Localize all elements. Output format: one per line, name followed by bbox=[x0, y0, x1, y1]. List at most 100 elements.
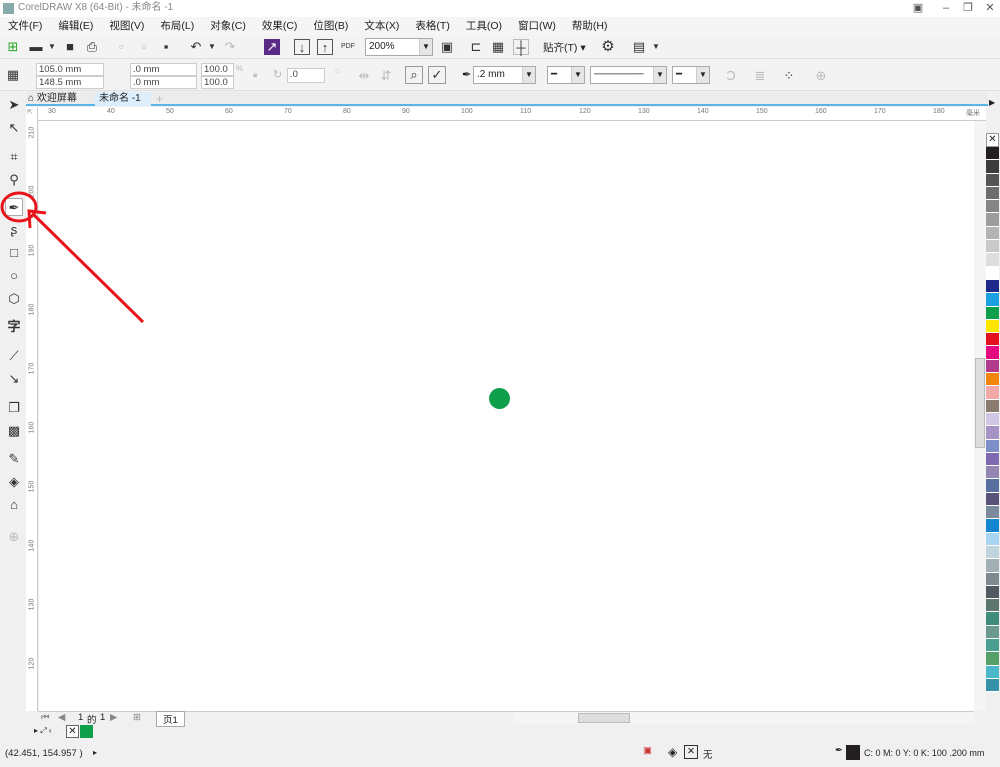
fill-none-icon[interactable]: ✕ bbox=[684, 745, 698, 759]
color-swatch[interactable] bbox=[986, 519, 999, 533]
color-swatch[interactable] bbox=[986, 452, 999, 467]
color-swatch[interactable] bbox=[986, 599, 999, 613]
menu-effects[interactable]: 效果(C) bbox=[254, 17, 306, 35]
connector-tool-icon[interactable]: ↘ bbox=[5, 370, 23, 388]
color-swatch[interactable] bbox=[986, 346, 999, 360]
close-curve-icon[interactable]: Ɔ bbox=[723, 68, 739, 84]
wrap-text-icon[interactable]: ≣ bbox=[752, 68, 768, 84]
node-tracking-icon[interactable]: ⌕ bbox=[405, 66, 423, 84]
color-swatch[interactable] bbox=[986, 506, 999, 520]
color-swatch[interactable] bbox=[986, 652, 999, 666]
color-swatch[interactable] bbox=[986, 266, 999, 280]
status-expand-icon[interactable]: ▸ bbox=[93, 748, 97, 757]
color-swatch[interactable] bbox=[986, 160, 999, 174]
color-swatch[interactable] bbox=[986, 412, 999, 427]
menu-object[interactable]: 对象(C) bbox=[202, 17, 254, 35]
launcher-dropdown-icon[interactable]: ▼ bbox=[648, 39, 664, 55]
mirror-horizontal-icon[interactable]: ⇹ bbox=[356, 68, 372, 84]
color-swatch[interactable] bbox=[986, 545, 999, 560]
menu-text[interactable]: 文本(X) bbox=[356, 17, 407, 35]
color-swatch[interactable] bbox=[986, 585, 999, 600]
show-rulers-icon[interactable]: ⊏ bbox=[468, 39, 484, 55]
mirror-vertical-icon[interactable]: ⇵ bbox=[378, 68, 394, 84]
color-swatch[interactable] bbox=[986, 186, 999, 201]
green-circle[interactable] bbox=[489, 388, 510, 409]
lock-ratio-icon[interactable]: 🔒︎ bbox=[253, 70, 257, 80]
color-swatch[interactable] bbox=[986, 293, 999, 307]
vertical-scrollbar[interactable] bbox=[974, 121, 986, 711]
horizontal-scrollbar[interactable] bbox=[513, 712, 975, 724]
color-swatch[interactable] bbox=[986, 625, 999, 639]
color-swatch[interactable] bbox=[986, 492, 999, 507]
document-color-swatch[interactable] bbox=[80, 725, 93, 738]
undo-dropdown-icon[interactable]: ▼ bbox=[204, 39, 220, 55]
color-swatch[interactable] bbox=[986, 333, 999, 347]
docker-expand-icon[interactable]: ▶ bbox=[989, 98, 995, 107]
color-swatch[interactable] bbox=[986, 279, 999, 294]
prev-page-icon[interactable]: ◀ bbox=[58, 712, 65, 723]
color-swatch[interactable] bbox=[986, 479, 999, 493]
next-page-icon[interactable]: ▶ bbox=[110, 712, 117, 723]
menu-table[interactable]: 表格(T) bbox=[407, 17, 457, 35]
color-swatch[interactable] bbox=[986, 213, 999, 227]
drop-shadow-icon[interactable]: ❐ bbox=[5, 399, 23, 417]
color-swatch[interactable] bbox=[986, 226, 999, 241]
menu-tools[interactable]: 工具(O) bbox=[458, 17, 510, 35]
user-icon[interactable]: ▣ bbox=[908, 0, 928, 16]
color-swatch[interactable] bbox=[986, 426, 999, 440]
color-swatch[interactable] bbox=[986, 532, 999, 546]
color-swatch[interactable] bbox=[986, 439, 999, 453]
line-style-select[interactable]: ─────── ▼ bbox=[590, 66, 667, 84]
color-swatch[interactable] bbox=[986, 665, 999, 679]
color-swatch[interactable] bbox=[986, 173, 999, 187]
color-swatch[interactable] bbox=[986, 399, 999, 413]
menu-bitmaps[interactable]: 位图(B) bbox=[305, 17, 356, 35]
color-swatch[interactable] bbox=[986, 253, 999, 267]
export-icon[interactable]: ↑ bbox=[317, 39, 333, 55]
close-button[interactable]: ✕ bbox=[980, 0, 1000, 16]
color-swatch[interactable] bbox=[986, 319, 999, 334]
color-swatch[interactable] bbox=[986, 559, 999, 573]
scale-height-field[interactable]: 100.0 bbox=[201, 76, 234, 89]
palette-menu-icon[interactable]: ▸ ⤢ ‹ bbox=[34, 726, 52, 736]
application-launcher-icon[interactable]: ▤ bbox=[631, 39, 647, 55]
trace-icon[interactable]: ⁘ bbox=[781, 68, 797, 84]
show-guidelines-icon[interactable]: ┼ bbox=[513, 39, 529, 55]
color-swatch[interactable] bbox=[986, 386, 999, 400]
color-swatch[interactable] bbox=[986, 306, 999, 320]
minimize-button[interactable]: – bbox=[936, 0, 956, 16]
color-swatch[interactable] bbox=[986, 359, 999, 374]
outline-color-swatch[interactable] bbox=[846, 745, 860, 760]
redo-icon[interactable]: ↷ bbox=[222, 39, 238, 55]
color-swatch[interactable] bbox=[986, 466, 999, 480]
color-swatch[interactable] bbox=[986, 638, 999, 653]
no-color-swatch[interactable]: ✕ bbox=[986, 133, 999, 147]
color-swatch[interactable] bbox=[986, 678, 999, 693]
color-swatch[interactable] bbox=[986, 200, 999, 214]
eyedropper-icon[interactable]: ✎ bbox=[5, 450, 23, 468]
add-page-icon[interactable]: ⊞ bbox=[133, 712, 141, 723]
menu-help[interactable]: 帮助(H) bbox=[564, 17, 616, 35]
options-gear-icon[interactable]: ⚙ bbox=[600, 39, 616, 55]
add-tool-icon[interactable]: ⊕ bbox=[5, 528, 23, 546]
interactive-fill-icon[interactable]: ◈ bbox=[5, 473, 23, 491]
color-swatch[interactable] bbox=[986, 240, 999, 254]
color-swatch[interactable] bbox=[986, 373, 999, 387]
horizontal-scroll-thumb[interactable] bbox=[578, 713, 630, 723]
import-icon[interactable]: ↓ bbox=[294, 39, 310, 55]
smart-fill-icon[interactable]: ⌂ bbox=[5, 496, 23, 514]
color-swatch[interactable] bbox=[986, 147, 999, 161]
color-swatch[interactable] bbox=[986, 612, 999, 626]
scale-width-field[interactable]: 100.0 bbox=[201, 63, 234, 76]
menu-window[interactable]: 窗口(W) bbox=[510, 17, 564, 35]
transparency-icon[interactable]: ▩ bbox=[5, 422, 23, 440]
color-proof-icon[interactable]: ▣ bbox=[643, 745, 652, 756]
no-color-swatch[interactable]: ✕ bbox=[66, 725, 79, 738]
outline-pen-icon[interactable]: ✓ bbox=[428, 66, 446, 84]
zoom-level-select[interactable]: 200% ▼ bbox=[365, 38, 433, 56]
publish-pdf-icon[interactable]: PDF bbox=[340, 39, 356, 55]
search-content-icon[interactable]: ↗ bbox=[264, 39, 280, 55]
color-swatch[interactable] bbox=[986, 572, 999, 586]
first-page-icon[interactable]: ⏮ bbox=[41, 712, 50, 723]
snap-to-menu[interactable]: 贴齐(T) ▾ bbox=[543, 40, 586, 55]
